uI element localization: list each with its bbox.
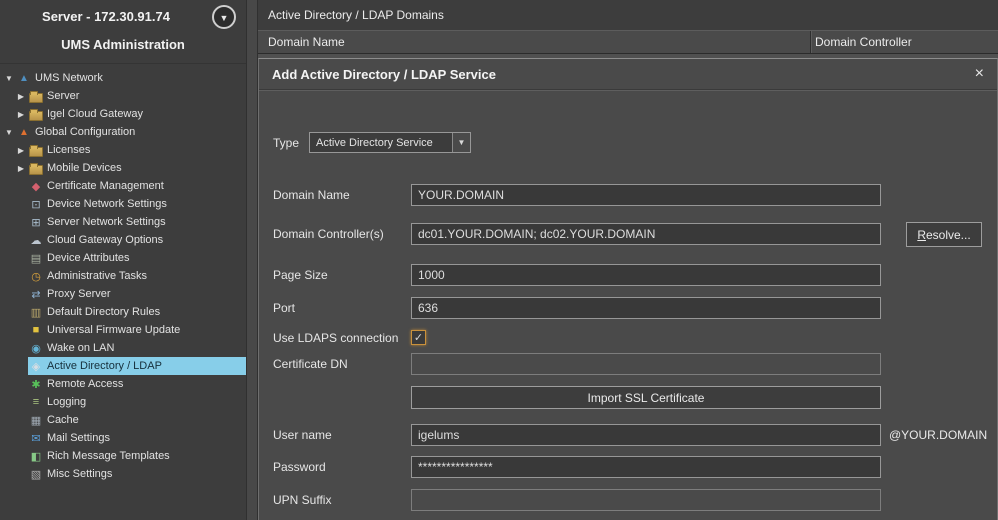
type-select-value: Active Directory Service xyxy=(310,137,452,149)
add-ad-ldap-dialog: Add Active Directory / LDAP Service × Ty… xyxy=(258,58,998,520)
username-input[interactable] xyxy=(411,424,881,446)
sidebar-item-igel-cloud-gateway[interactable]: Igel Cloud Gateway xyxy=(0,105,246,123)
server-dropdown-button[interactable] xyxy=(212,5,236,29)
sidebar-item-administrative-tasks[interactable]: Administrative Tasks xyxy=(0,267,246,285)
ums-window: Server - 172.30.91.74 UMS Administration… xyxy=(0,0,998,520)
type-select[interactable]: Active Directory Service xyxy=(309,132,471,153)
sidebar-item-server-network-settings[interactable]: Server Network Settings xyxy=(0,213,246,231)
sidebar-item-mobile-devices[interactable]: Mobile Devices xyxy=(0,159,246,177)
use-ldaps-checkbox[interactable] xyxy=(411,330,426,345)
domain-name-label: Domain Name xyxy=(273,184,350,206)
port-input[interactable] xyxy=(411,297,881,319)
server-title: Server - 172.30.91.74 xyxy=(0,9,212,24)
dialog-title: Add Active Directory / LDAP Service xyxy=(272,67,496,82)
expand-arrow-icon[interactable] xyxy=(14,110,28,119)
certificate-dn-input[interactable] xyxy=(411,353,881,375)
password-input[interactable] xyxy=(411,456,881,478)
remote-access-icon xyxy=(28,375,44,393)
folder-icon xyxy=(28,159,44,177)
misc-settings-icon xyxy=(28,465,44,483)
message-templates-icon xyxy=(28,447,44,465)
certificate-icon xyxy=(28,177,44,195)
sidebar-item-rich-message-templates[interactable]: Rich Message Templates xyxy=(0,447,246,465)
certificate-dn-label: Certificate DN xyxy=(273,353,348,375)
combo-arrow-icon[interactable] xyxy=(452,133,470,152)
sidebar-item-server[interactable]: Server xyxy=(0,87,246,105)
navigation-tree: UMS Network Server Igel Cloud Gateway Gl… xyxy=(0,64,246,520)
sidebar-scrollbar[interactable] xyxy=(246,0,258,520)
network-icon xyxy=(16,69,32,87)
type-label: Type xyxy=(273,132,299,154)
folder-icon xyxy=(28,87,44,105)
username-domain-suffix: @YOUR.DOMAIN xyxy=(889,424,987,446)
ad-ldap-icon xyxy=(28,357,44,375)
dialog-titlebar: Add Active Directory / LDAP Service × xyxy=(259,59,997,90)
sidebar-item-device-attributes[interactable]: Device Attributes xyxy=(0,249,246,267)
server-network-icon xyxy=(28,213,44,231)
sidebar-item-default-directory-rules[interactable]: Default Directory Rules xyxy=(0,303,246,321)
device-network-icon xyxy=(28,195,44,213)
port-label: Port xyxy=(273,297,295,319)
expand-arrow-icon[interactable] xyxy=(14,146,28,155)
domain-controllers-input[interactable] xyxy=(411,223,881,245)
chevron-down-icon xyxy=(220,8,229,26)
sidebar-item-mail-settings[interactable]: Mail Settings xyxy=(0,429,246,447)
domain-controllers-label: Domain Controller(s) xyxy=(273,223,384,245)
cache-icon xyxy=(28,411,44,429)
cloud-icon xyxy=(28,231,44,249)
column-header-domain-controller[interactable]: Domain Controller xyxy=(815,31,912,53)
sidebar-header: Server - 172.30.91.74 UMS Administration xyxy=(0,0,246,64)
column-header-domain-name[interactable]: Domain Name xyxy=(268,31,345,53)
attributes-icon xyxy=(28,249,44,267)
page-size-input[interactable] xyxy=(411,264,881,286)
sidebar-item-device-network-settings[interactable]: Device Network Settings xyxy=(0,195,246,213)
firmware-icon xyxy=(28,321,44,339)
sidebar: Server - 172.30.91.74 UMS Administration… xyxy=(0,0,246,520)
sidebar-item-wake-on-lan[interactable]: Wake on LAN xyxy=(0,339,246,357)
logging-icon xyxy=(28,393,44,411)
folder-icon xyxy=(28,105,44,123)
sidebar-item-active-directory-ldap[interactable]: Active Directory / LDAP xyxy=(0,357,246,375)
sidebar-item-remote-access[interactable]: Remote Access xyxy=(0,375,246,393)
sidebar-item-proxy-server[interactable]: Proxy Server xyxy=(0,285,246,303)
sidebar-item-logging[interactable]: Logging xyxy=(0,393,246,411)
sidebar-item-universal-firmware-update[interactable]: Universal Firmware Update xyxy=(0,321,246,339)
upn-suffix-label: UPN Suffix xyxy=(273,489,331,511)
tasks-clock-icon xyxy=(28,267,44,285)
sidebar-item-cache[interactable]: Cache xyxy=(0,411,246,429)
sidebar-item-certificate-management[interactable]: Certificate Management xyxy=(0,177,246,195)
resolve-button[interactable]: Resolve... xyxy=(906,222,982,247)
expand-arrow-icon[interactable] xyxy=(2,128,16,137)
folder-icon xyxy=(28,141,44,159)
username-label: User name xyxy=(273,424,332,446)
expand-arrow-icon[interactable] xyxy=(14,92,28,101)
ums-administration-title: UMS Administration xyxy=(0,37,246,52)
wake-on-lan-icon xyxy=(28,339,44,357)
sidebar-item-misc-settings[interactable]: Misc Settings xyxy=(0,465,246,483)
use-ldaps-label: Use LDAPS connection xyxy=(273,327,398,349)
main-panel: Active Directory / LDAP Domains Domain N… xyxy=(258,0,998,520)
sidebar-item-ums-network[interactable]: UMS Network xyxy=(0,69,246,87)
close-icon[interactable]: × xyxy=(975,66,984,82)
upn-suffix-input[interactable] xyxy=(411,489,881,511)
mail-icon xyxy=(28,429,44,447)
password-label: Password xyxy=(273,456,326,478)
domain-name-input[interactable] xyxy=(411,184,881,206)
sidebar-item-licenses[interactable]: Licenses xyxy=(0,141,246,159)
expand-arrow-icon[interactable] xyxy=(2,74,16,83)
dialog-body: Type Active Directory Service Domain Nam… xyxy=(259,91,997,520)
global-config-icon xyxy=(16,123,32,141)
proxy-icon xyxy=(28,285,44,303)
directory-rules-icon xyxy=(28,303,44,321)
page-size-label: Page Size xyxy=(273,264,328,286)
import-ssl-certificate-button[interactable]: Import SSL Certificate xyxy=(411,386,881,409)
page-titlebar: Active Directory / LDAP Domains xyxy=(258,0,998,30)
sidebar-item-global-configuration[interactable]: Global Configuration xyxy=(0,123,246,141)
sidebar-item-cloud-gateway-options[interactable]: Cloud Gateway Options xyxy=(0,231,246,249)
expand-arrow-icon[interactable] xyxy=(14,164,28,173)
table-header: Domain Name Domain Controller xyxy=(258,30,998,54)
page-title: Active Directory / LDAP Domains xyxy=(268,8,444,22)
column-divider[interactable] xyxy=(810,31,811,53)
